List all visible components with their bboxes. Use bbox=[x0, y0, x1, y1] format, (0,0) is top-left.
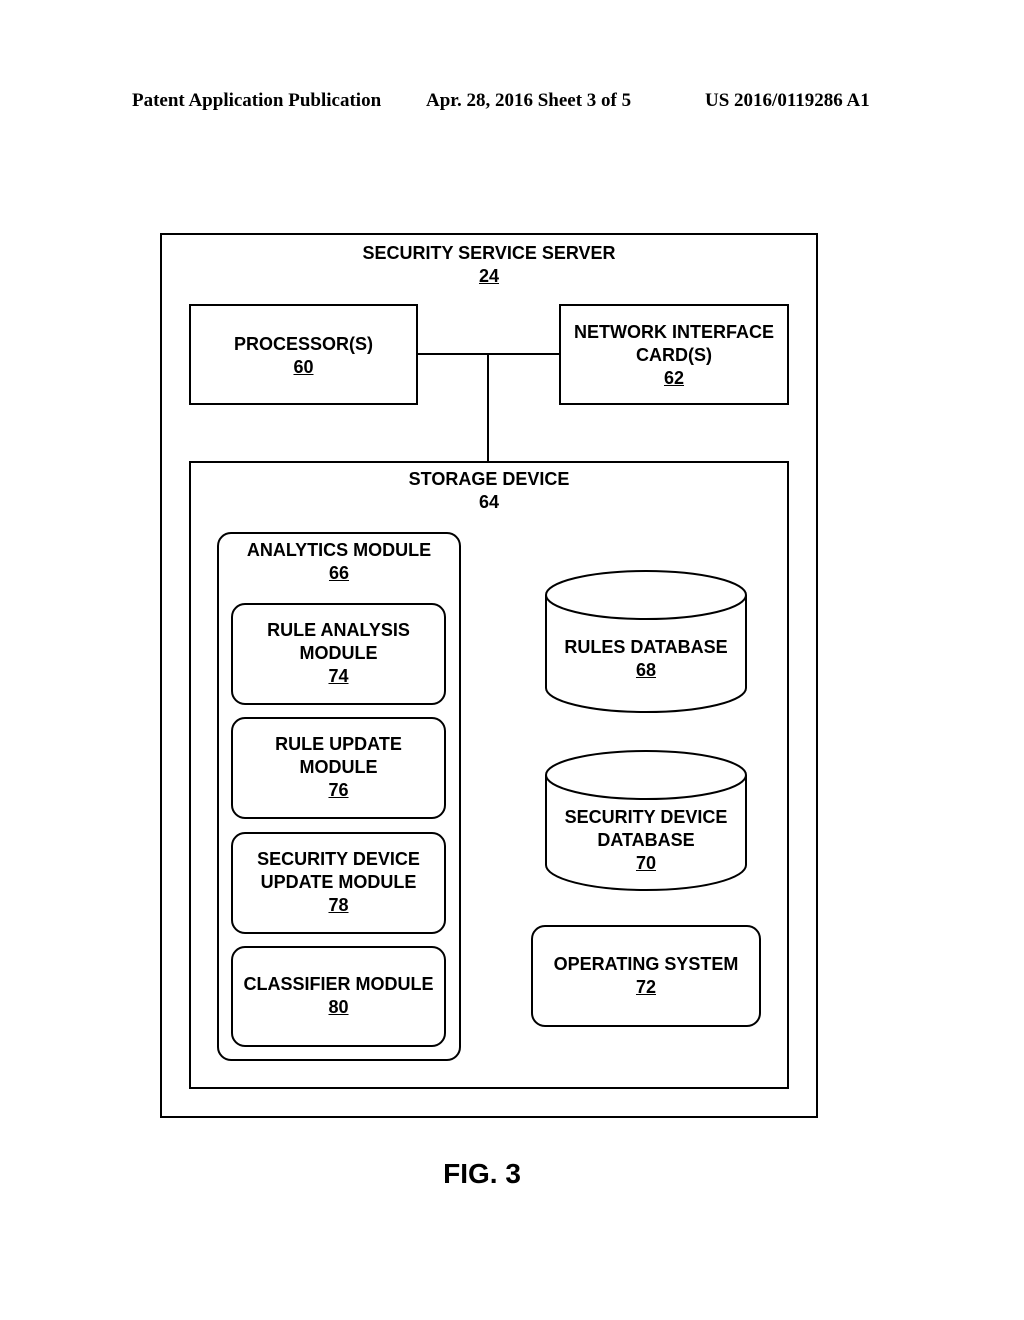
processor-title: PROCESSOR(S) bbox=[233, 334, 374, 354]
security-device-database-label: SECURITY DEVICE DATABASE 70 bbox=[545, 806, 747, 875]
rule-analysis-module-box: RULE ANALYSIS MODULE 74 bbox=[231, 603, 446, 705]
network-interface-box: NETWORK INTERFACE CARD(S) 62 bbox=[559, 304, 789, 405]
processor-number: 60 bbox=[293, 357, 314, 377]
rule-update-line1: RULE UPDATE bbox=[275, 734, 402, 754]
rule-analysis-line2: MODULE bbox=[299, 643, 378, 663]
security-device-update-number: 78 bbox=[328, 895, 349, 915]
security-device-database-number: 70 bbox=[635, 853, 657, 873]
security-device-update-module-box: SECURITY DEVICE UPDATE MODULE 78 bbox=[231, 832, 446, 934]
rule-update-line2: MODULE bbox=[299, 757, 378, 777]
server-number: 24 bbox=[478, 266, 500, 286]
security-device-update-line1: SECURITY DEVICE bbox=[257, 849, 420, 869]
rule-analysis-line1: RULE ANALYSIS bbox=[267, 620, 410, 640]
security-device-database-cylinder-top bbox=[545, 750, 747, 800]
nic-number: 62 bbox=[663, 368, 685, 388]
classifier-module-box: CLASSIFIER MODULE 80 bbox=[231, 946, 446, 1047]
analytics-number: 66 bbox=[328, 563, 350, 583]
rule-update-module-box: RULE UPDATE MODULE 76 bbox=[231, 717, 446, 819]
rules-database-cylinder-top bbox=[545, 570, 747, 620]
nic-title-line2: CARD(S) bbox=[636, 345, 712, 365]
server-label: SECURITY SERVICE SERVER 24 bbox=[162, 242, 816, 288]
bus-vertical-line bbox=[487, 353, 489, 462]
figure-caption: FIG. 3 bbox=[443, 1158, 521, 1189]
operating-system-title: OPERATING SYSTEM bbox=[553, 954, 739, 974]
rules-database-label: RULES DATABASE 68 bbox=[545, 636, 747, 682]
processor-box: PROCESSOR(S) 60 bbox=[189, 304, 418, 405]
analytics-title: ANALYTICS MODULE bbox=[246, 540, 432, 560]
operating-system-box: OPERATING SYSTEM 72 bbox=[531, 925, 761, 1027]
patent-number: US 2016/0119286 A1 bbox=[705, 90, 870, 111]
security-device-database-line1: SECURITY DEVICE bbox=[564, 807, 728, 827]
operating-system-number: 72 bbox=[635, 977, 657, 997]
nic-title-line1: NETWORK INTERFACE bbox=[574, 322, 774, 342]
server-title: SECURITY SERVICE SERVER bbox=[362, 243, 616, 263]
classifier-title: CLASSIFIER MODULE bbox=[243, 974, 434, 994]
security-device-update-line2: UPDATE MODULE bbox=[260, 872, 417, 892]
storage-number: 64 bbox=[478, 492, 500, 512]
security-device-database-line2: DATABASE bbox=[597, 830, 695, 850]
rule-update-number: 76 bbox=[328, 780, 349, 800]
rules-database-title: RULES DATABASE bbox=[564, 637, 728, 657]
storage-title: STORAGE DEVICE bbox=[408, 469, 570, 489]
date-sheet-label: Apr. 28, 2016 Sheet 3 of 5 bbox=[426, 90, 632, 111]
rules-database-number: 68 bbox=[635, 660, 657, 680]
rule-analysis-number: 74 bbox=[328, 666, 349, 686]
publication-label: Patent Application Publication bbox=[132, 90, 382, 111]
classifier-number: 80 bbox=[328, 997, 349, 1017]
